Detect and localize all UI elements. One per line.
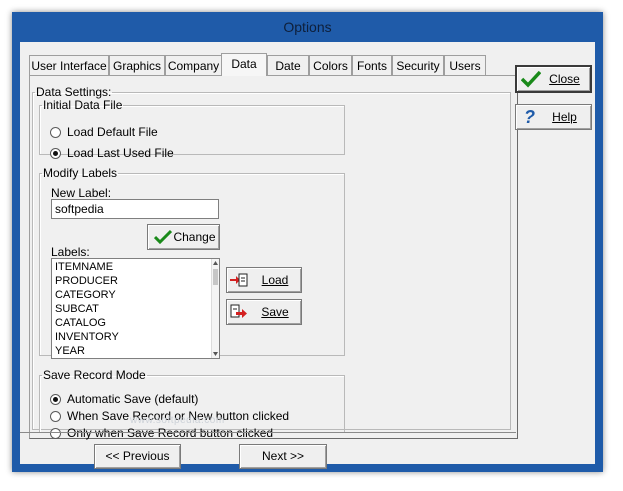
radio-selected-icon [50, 148, 61, 159]
labels-caption: Labels: [51, 245, 90, 259]
tab-company[interactable]: Company [165, 55, 222, 75]
tab-panel-data: Data Settings: Initial Data File Load De… [29, 75, 518, 441]
bottom-divider [20, 432, 516, 433]
tab-security[interactable]: Security [392, 55, 444, 75]
change-label: Change [173, 230, 216, 244]
radio-label: Load Default File [67, 125, 158, 139]
list-item[interactable]: ITEMNAME [52, 260, 219, 274]
change-button[interactable]: Change [147, 224, 220, 250]
tab-colors[interactable]: Colors [309, 55, 352, 75]
tab-user-interface[interactable]: User Interface [29, 55, 109, 75]
radio-selected-icon [50, 394, 61, 405]
tab-date[interactable]: Date [267, 55, 309, 75]
save-file-icon [230, 304, 247, 318]
previous-label: << Previous [105, 449, 170, 463]
radio-circle-icon [50, 411, 61, 422]
labels-scrollbar[interactable] [211, 259, 219, 358]
list-item[interactable]: YEAR [52, 344, 219, 358]
list-item[interactable]: INVENTORY [52, 330, 219, 344]
tab-users[interactable]: Users [444, 55, 486, 75]
dialog-client: User Interface Graphics Company Data Dat… [20, 42, 595, 469]
load-label: Load [261, 273, 289, 287]
new-label-caption: New Label: [51, 186, 112, 200]
question-mark-icon: ? [524, 107, 535, 127]
new-label-input[interactable]: softpedia [51, 199, 219, 219]
radio-label: Automatic Save (default) [67, 392, 199, 406]
tab-graphics[interactable]: Graphics [109, 55, 165, 75]
check-icon [154, 229, 172, 245]
labels-list: ITEMNAME PRODUCER CATEGORY SUBCAT CATALO… [52, 259, 219, 358]
radio-only-save-record[interactable]: Only when Save Record button clicked [50, 425, 273, 441]
next-label: Next >> [261, 449, 305, 463]
help-label: Help [552, 110, 577, 124]
initial-data-file-group: Initial Data File Load Default File Load… [39, 98, 345, 160]
save-label: Save [261, 305, 289, 319]
radio-load-default-file[interactable]: Load Default File [50, 124, 158, 140]
modify-labels-group: Modify Labels New Label: softpedia Chang… [39, 166, 345, 359]
list-item[interactable]: CATALOG [52, 316, 219, 330]
save-button[interactable]: Save [226, 299, 302, 325]
labels-listbox[interactable]: ITEMNAME PRODUCER CATEGORY SUBCAT CATALO… [51, 258, 220, 359]
save-record-mode-legend: Save Record Mode [43, 368, 146, 382]
close-label: Close [549, 72, 580, 86]
next-button[interactable]: Next >> [239, 444, 327, 469]
tab-strip: User Interface Graphics Company Data Dat… [29, 53, 518, 440]
load-button[interactable]: Load [226, 267, 302, 293]
tab-fonts[interactable]: Fonts [352, 55, 392, 75]
watermark-text: www.softpedia.com [130, 415, 225, 426]
scroll-down-icon[interactable] [213, 352, 218, 356]
load-file-icon [230, 273, 248, 287]
radio-circle-icon [50, 127, 61, 138]
radio-label: Only when Save Record button clicked [67, 426, 274, 440]
window-title: Options [283, 19, 332, 35]
help-button[interactable]: ? Help [515, 104, 592, 130]
radio-circle-icon [50, 428, 61, 439]
initial-data-file-legend: Initial Data File [43, 98, 123, 112]
scrollbar-thumb[interactable] [213, 269, 218, 285]
tab-data[interactable]: Data [221, 53, 267, 76]
options-window: Options User Interface Graphics Company … [12, 12, 603, 472]
modify-labels-legend: Modify Labels [43, 166, 118, 180]
previous-button[interactable]: << Previous [94, 444, 181, 469]
check-icon [521, 70, 541, 88]
radio-load-last-used-file[interactable]: Load Last Used File [50, 145, 174, 161]
scroll-up-icon[interactable] [213, 261, 218, 265]
radio-label: Load Last Used File [67, 146, 174, 160]
list-item[interactable]: SUBCAT [52, 302, 219, 316]
radio-automatic-save[interactable]: Automatic Save (default) [50, 391, 198, 407]
list-item[interactable]: CATEGORY [52, 288, 219, 302]
list-item[interactable]: PRODUCER [52, 274, 219, 288]
close-button[interactable]: Close [515, 65, 592, 93]
